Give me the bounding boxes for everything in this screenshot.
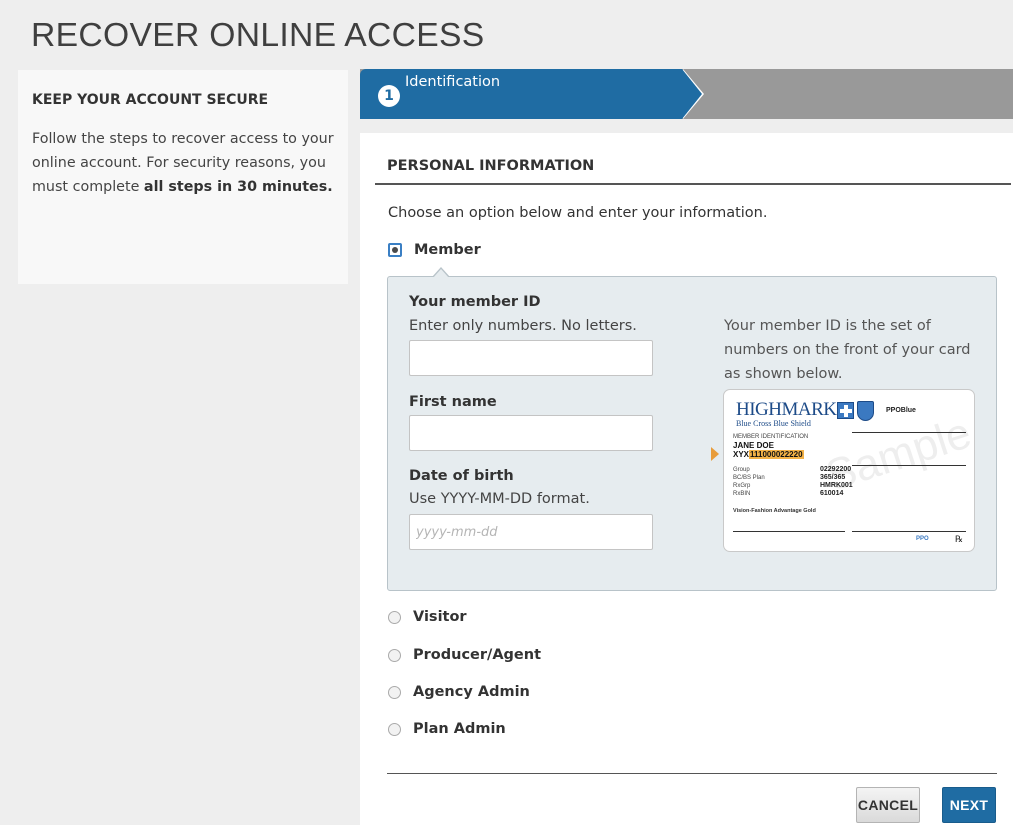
step-progress-bar: 1 Identification bbox=[360, 69, 1013, 119]
card-row-label: BC/BS Plan bbox=[733, 475, 765, 481]
radio-option-member[interactable]: Member bbox=[388, 242, 481, 258]
card-divider bbox=[852, 531, 966, 532]
card-pointer-arrow-icon bbox=[711, 447, 719, 461]
step-number-badge: 1 bbox=[378, 85, 400, 107]
member-id-label: Your member ID bbox=[409, 294, 541, 310]
card-divider bbox=[852, 465, 966, 466]
card-member-name: JANE DOE bbox=[733, 441, 774, 450]
card-help-text: Your member ID is the set of numbers on … bbox=[724, 318, 971, 382]
card-brand-logo: HIGHMARK. bbox=[736, 399, 841, 420]
sidebar-text-bold: all steps in 30 minutes. bbox=[143, 179, 333, 195]
panel-notch-inner bbox=[433, 269, 449, 278]
recover-form-panel: PERSONAL INFORMATION Choose an option be… bbox=[360, 133, 1013, 825]
card-row-value: 02292200 bbox=[820, 466, 852, 473]
dob-help: Use YYYY-MM-DD format. bbox=[409, 491, 590, 507]
radio-label-member: Member bbox=[414, 242, 481, 258]
card-row-label: RxGrp bbox=[733, 483, 751, 489]
radio-option-visitor[interactable]: Visitor bbox=[388, 609, 467, 625]
sidebar-heading: KEEP YOUR ACCOUNT SECURE bbox=[32, 92, 269, 108]
rx-icon: ℞ bbox=[955, 534, 964, 544]
card-row-value: 610014 bbox=[820, 490, 844, 497]
cancel-button[interactable]: CANCEL bbox=[856, 787, 920, 823]
sidebar-text: Follow the steps to recover access to yo… bbox=[32, 127, 336, 199]
step-label: Identification bbox=[405, 74, 501, 90]
sidebar: KEEP YOUR ACCOUNT SECURE Follow the step… bbox=[18, 70, 348, 284]
card-plan-name: PPOBlue bbox=[886, 407, 916, 414]
card-member-id: XYX111000022220 bbox=[733, 450, 804, 459]
dob-label: Date of birth bbox=[409, 468, 514, 484]
section-title: PERSONAL INFORMATION bbox=[387, 158, 595, 174]
radio-button-member[interactable] bbox=[388, 243, 402, 257]
radio-label-plan-admin: Plan Admin bbox=[413, 721, 506, 737]
card-member-id-label: MEMBER IDENTIFICATION bbox=[733, 434, 809, 440]
card-divider bbox=[733, 531, 845, 532]
page-title: RECOVER ONLINE ACCESS bbox=[31, 16, 485, 53]
blue-cross-icon bbox=[837, 402, 854, 419]
card-id-number-highlight: 111000022220 bbox=[749, 450, 804, 459]
card-product-name: Vision-Fashion Advantage Gold bbox=[733, 508, 816, 514]
radio-option-agency-admin[interactable]: Agency Admin bbox=[388, 684, 530, 700]
radio-button-visitor[interactable] bbox=[388, 610, 401, 624]
card-row-label: Group bbox=[733, 467, 750, 473]
instructions-text: Choose an option below and enter your in… bbox=[388, 205, 768, 221]
step-arrow bbox=[682, 69, 702, 119]
radio-option-plan-admin[interactable]: Plan Admin bbox=[388, 721, 506, 737]
section-divider bbox=[375, 183, 1011, 185]
blue-shield-icon bbox=[857, 401, 874, 421]
card-id-prefix: XYX bbox=[733, 450, 750, 459]
radio-button-producer-agent[interactable] bbox=[388, 648, 401, 662]
radio-option-producer-agent[interactable]: Producer/Agent bbox=[388, 647, 541, 663]
dob-input[interactable] bbox=[409, 514, 653, 550]
card-ppo-badge: PPO bbox=[916, 536, 929, 542]
card-brand-subtitle: Blue Cross Blue Shield bbox=[736, 419, 811, 428]
radio-label-agency-admin: Agency Admin bbox=[413, 684, 530, 700]
member-id-input[interactable] bbox=[409, 340, 653, 376]
next-button[interactable]: NEXT bbox=[942, 787, 996, 823]
first-name-input[interactable] bbox=[409, 415, 653, 451]
radio-label-producer-agent: Producer/Agent bbox=[413, 647, 542, 663]
radio-label-visitor: Visitor bbox=[413, 609, 467, 625]
sample-id-card: Sample HIGHMARK. Blue Cross Blue Shield … bbox=[723, 389, 975, 552]
card-divider bbox=[852, 432, 966, 433]
step-identification: 1 Identification bbox=[360, 69, 682, 119]
footer-divider bbox=[387, 773, 997, 774]
member-id-help: Enter only numbers. No letters. bbox=[409, 318, 637, 334]
card-row-value: 365/365 bbox=[820, 474, 846, 481]
member-details-panel: Your member ID Enter only numbers. No le… bbox=[387, 276, 997, 591]
card-row-label: RxBIN bbox=[733, 491, 751, 497]
radio-button-agency-admin[interactable] bbox=[388, 685, 401, 699]
first-name-label: First name bbox=[409, 394, 497, 410]
radio-button-plan-admin[interactable] bbox=[388, 722, 401, 736]
card-row-value: HMRK001 bbox=[820, 482, 853, 489]
